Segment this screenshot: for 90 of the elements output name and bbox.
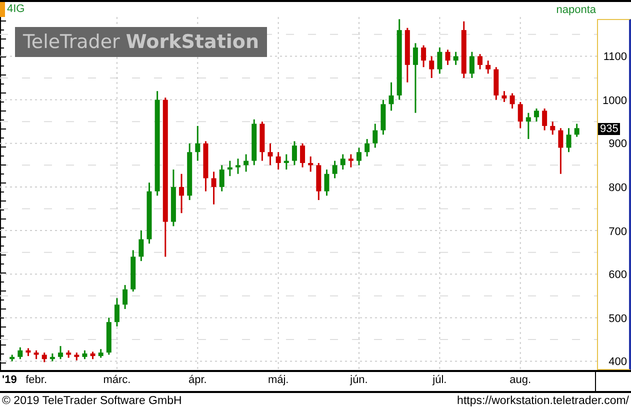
candlestick <box>82 350 88 360</box>
candlestick <box>437 48 442 74</box>
candlestick <box>526 112 531 140</box>
candlestick <box>478 54 483 70</box>
candlestick <box>566 128 572 152</box>
candlestick <box>348 154 354 168</box>
candlestick <box>252 119 257 166</box>
axis-label: 900 <box>608 138 627 150</box>
candlestick <box>50 353 55 362</box>
candlestick <box>227 160 232 176</box>
candlestick <box>324 170 330 196</box>
candlestick <box>66 350 72 358</box>
candlestick <box>130 250 136 292</box>
candlestick <box>114 298 120 326</box>
axis-label: aug. <box>510 374 532 386</box>
candlestick <box>364 139 370 156</box>
candlestick <box>510 93 515 109</box>
candlestick <box>340 154 346 170</box>
axis-label: 600 <box>608 269 627 282</box>
candlestick <box>412 43 418 113</box>
axis-label: 700 <box>608 226 627 238</box>
url-text: https://workstation.teletrader.com/ <box>457 394 629 406</box>
candlestick <box>380 100 386 135</box>
candlestick <box>550 122 556 135</box>
candlestick <box>236 158 240 174</box>
candlestick <box>90 352 96 360</box>
axis-label: 1100 <box>603 51 627 64</box>
candlestick <box>461 21 466 78</box>
candlestick <box>244 154 249 172</box>
candlestick <box>219 165 224 192</box>
candlestick <box>146 182 152 244</box>
candlestick <box>404 28 410 82</box>
candlestick <box>292 141 297 166</box>
candlestick <box>534 108 539 122</box>
candlestick <box>356 148 362 166</box>
candlestick <box>558 128 564 174</box>
candlestick <box>421 45 426 68</box>
candlestick <box>494 67 499 100</box>
last-price-label: 935 <box>598 123 620 136</box>
year-label: '19 <box>2 374 17 386</box>
axis-label: máj. <box>268 374 289 386</box>
candlestick <box>445 50 450 65</box>
candlestick <box>179 174 184 214</box>
candlestick <box>138 230 144 262</box>
axis-label: febr. <box>26 374 47 386</box>
candlestick <box>211 172 216 204</box>
candlestick <box>74 352 80 360</box>
axis-label: 800 <box>608 182 627 194</box>
candlestick <box>502 91 507 102</box>
candlestick <box>469 52 474 78</box>
candlestick <box>574 124 580 137</box>
axis-label: jún. <box>350 374 368 386</box>
candlestick <box>518 102 523 128</box>
axis-label: márc. <box>103 374 131 386</box>
candlestick <box>42 352 47 362</box>
candlestick <box>170 170 176 226</box>
candlestick <box>308 156 314 172</box>
candlestick <box>372 124 378 148</box>
candlestick <box>98 349 104 358</box>
axis-label: 1000 <box>602 94 627 107</box>
candlestick <box>18 347 23 360</box>
axis-label: júl. <box>432 374 447 386</box>
copyright-text: © 2019 TeleTrader Software GmbH <box>2 394 182 406</box>
candlestick <box>388 82 394 111</box>
axis-label: 400 <box>608 356 627 368</box>
candlestick <box>26 348 31 356</box>
candlestick <box>300 143 306 168</box>
symbol-label: 4IG <box>0 2 25 17</box>
interval-label: naponta <box>556 4 596 16</box>
candlestick <box>486 60 491 74</box>
axis-label: 500 <box>608 312 627 325</box>
candlestick <box>34 350 39 360</box>
candlestick <box>58 346 63 360</box>
candlestick <box>106 318 112 355</box>
candlestick <box>284 154 289 170</box>
candlestick <box>195 126 200 161</box>
axis-label: ápr. <box>188 374 207 386</box>
candlestick <box>260 122 265 161</box>
candlestick <box>187 143 192 200</box>
candlestick <box>10 354 15 362</box>
candlestick <box>203 141 208 192</box>
candlestick <box>542 108 548 130</box>
logo: TeleTrader WorkStation <box>15 27 268 57</box>
candlestick <box>332 160 338 178</box>
candlestick <box>316 163 322 200</box>
candlestick <box>429 56 434 78</box>
candlestick <box>122 285 128 309</box>
candlestick <box>268 143 273 166</box>
candlestick <box>453 52 458 65</box>
candlestick <box>276 152 281 170</box>
